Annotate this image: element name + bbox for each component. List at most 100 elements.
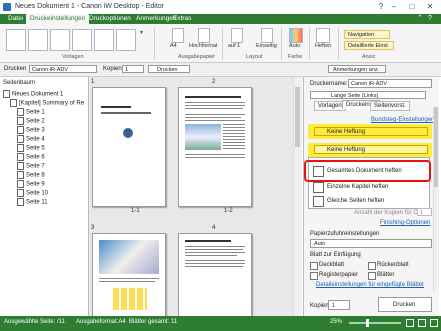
- color-mode-label[interactable]: Auto: [289, 43, 300, 49]
- page-icon: [17, 117, 24, 125]
- page-thumbnail[interactable]: [92, 233, 166, 317]
- zoom-slider[interactable]: [349, 322, 401, 324]
- tree-page-7[interactable]: Seite 7: [17, 162, 45, 170]
- duplex-label[interactable]: Einseitig: [256, 43, 277, 49]
- page-thumbnail[interactable]: [92, 87, 166, 207]
- page-icon: [17, 135, 24, 143]
- tab-datei[interactable]: Datei: [4, 14, 27, 24]
- tree-page-3[interactable]: Seite 3: [17, 126, 45, 134]
- page-thumbnail[interactable]: [178, 233, 252, 317]
- pages-per-sheet-label[interactable]: auf 1: [228, 43, 240, 49]
- heften-select-top[interactable]: Keine Heftung: [314, 127, 428, 136]
- kopien-input[interactable]: 1: [122, 65, 144, 73]
- kopien-input[interactable]: 1: [328, 300, 350, 310]
- close-button[interactable]: ✕: [421, 2, 439, 12]
- druckername-select[interactable]: Canon iR-ADV: [348, 79, 432, 88]
- duplex-icon[interactable]: [261, 28, 273, 43]
- tree-page-2[interactable]: Seite 2: [17, 117, 45, 125]
- tree-page-10[interactable]: Seite 10: [17, 189, 48, 197]
- pages-per-sheet-icon[interactable]: [231, 28, 243, 43]
- scrollbar-thumb[interactable]: [295, 87, 300, 147]
- minimize-button[interactable]: –: [385, 2, 403, 12]
- maximize-button[interactable]: □: [403, 2, 421, 12]
- navigation-button[interactable]: Navigation: [344, 30, 390, 39]
- deckblatt-checkbox[interactable]: [310, 262, 318, 270]
- thumb-text-line: [185, 157, 245, 158]
- bundsteg-link[interactable]: Bundsteg-Einstellungen: [371, 117, 434, 123]
- tab-vorlagen[interactable]: Vorlagen: [314, 101, 346, 111]
- thumb-table: [113, 288, 147, 310]
- template-6-icon[interactable]: [116, 29, 136, 51]
- rueckenblatt-label: Rückenblatt: [377, 262, 409, 268]
- tree-root[interactable]: Neues Dokument 1: [3, 90, 63, 98]
- page-thumbnail[interactable]: [178, 87, 252, 207]
- finishing-link[interactable]: Finishing-Optionen: [380, 220, 430, 226]
- registerpapier-checkbox[interactable]: [310, 272, 318, 280]
- detailed-settings-button[interactable]: Detaillierte Einst: [344, 41, 394, 50]
- drucken-button-label: Drucken: [157, 67, 178, 73]
- rueckenblatt-checkbox[interactable]: [368, 262, 376, 270]
- gallery-more-icon[interactable]: ▾: [140, 29, 148, 49]
- staple-icon[interactable]: [316, 28, 330, 43]
- orientation-label[interactable]: Hochformat: [189, 43, 217, 49]
- heften-select[interactable]: Keine Heftung: [314, 145, 428, 154]
- separator: [309, 27, 310, 60]
- group-label-ausgabepapier: Ausgabepapier: [178, 54, 216, 60]
- anmerkungen-button[interactable]: Anmerkungen anz.: [328, 65, 386, 73]
- thumb-text-line: [185, 249, 243, 250]
- staple-label[interactable]: Heften: [315, 43, 331, 49]
- tab-seitenvorst[interactable]: Seitenvorst.: [370, 101, 410, 111]
- orientation-icon[interactable]: [198, 28, 210, 43]
- settings-scrollbar[interactable]: [433, 107, 439, 292]
- fit-page-icon[interactable]: [406, 319, 414, 327]
- anzahl-input[interactable]: 1: [417, 208, 432, 216]
- two-page-view-icon[interactable]: [418, 319, 426, 327]
- tree-page-8[interactable]: Seite 8: [17, 171, 45, 179]
- status-bar: Ausgewählte Seite: /11 Ausgabeformat:A4 …: [0, 316, 441, 331]
- thumb-heading: [185, 96, 241, 98]
- tree-page-label: Seite 2: [26, 118, 45, 125]
- thumb-heading: [185, 240, 231, 242]
- template-5-icon[interactable]: [94, 29, 114, 51]
- template-3-icon[interactable]: [50, 29, 70, 51]
- tree-page-5[interactable]: Seite 5: [17, 144, 45, 152]
- paper-size-icon[interactable]: [172, 28, 184, 43]
- tab-druckeinstellungen[interactable]: Druckeinstellungen: [26, 14, 90, 24]
- tree-chapter[interactable]: [Kapitel] Summary of Re: [10, 99, 84, 107]
- tree-page-11[interactable]: Seite 11: [17, 198, 48, 206]
- zoom-slider-thumb[interactable]: [366, 319, 369, 327]
- drucken-button[interactable]: Drucken: [148, 65, 190, 73]
- detail-link[interactable]: Detaileinstellungen für eingefügte Blätt…: [316, 282, 424, 288]
- template-1-icon[interactable]: [6, 29, 26, 51]
- thumb-text-line: [99, 281, 155, 282]
- preview-scrollbar[interactable]: [293, 77, 302, 316]
- separator: [222, 27, 223, 60]
- scrollbar-thumb[interactable]: [434, 107, 438, 187]
- grid-view-icon[interactable]: [430, 319, 438, 327]
- tree-page-label: Seite 8: [26, 172, 45, 179]
- papierzufuhr-select[interactable]: Auto: [310, 239, 432, 248]
- menu-item-einzelne-kapitel[interactable]: Einzelne Kapitel heften: [327, 184, 388, 190]
- color-mode-icon[interactable]: [289, 28, 303, 43]
- paper-size-label[interactable]: A4: [170, 43, 177, 49]
- blatter-checkbox[interactable]: [368, 272, 376, 280]
- drucken-button-large[interactable]: Drucken: [378, 297, 432, 312]
- printer-select[interactable]: Canon iR-ADV: [29, 65, 97, 73]
- ribbon-help-icon[interactable]: ?: [428, 15, 436, 23]
- binding-select[interactable]: Lange Seite (Links): [310, 91, 426, 99]
- tree-page-9[interactable]: Seite 9: [17, 180, 45, 188]
- spread-label: 1-2: [224, 208, 233, 214]
- menu-item-gleiche-seiten[interactable]: Gleiche Seiten heften: [327, 198, 384, 204]
- thumb-text-line: [185, 252, 245, 253]
- tree-page-4[interactable]: Seite 4: [17, 135, 45, 143]
- tab-druckoptionen[interactable]: Druckoptionen: [85, 14, 135, 24]
- template-2-icon[interactable]: [28, 29, 48, 51]
- registerpapier-label: Registerpapier: [319, 272, 359, 278]
- thumb-text-line: [185, 102, 245, 103]
- tree-page-6[interactable]: Seite 6: [17, 153, 45, 161]
- template-4-icon[interactable]: [72, 29, 92, 51]
- app-icon: [3, 3, 11, 11]
- tree-page-1[interactable]: Seite 1: [17, 108, 45, 116]
- tab-extras[interactable]: Extras: [169, 14, 195, 24]
- ribbon-collapse-icon[interactable]: ⌃: [417, 15, 425, 23]
